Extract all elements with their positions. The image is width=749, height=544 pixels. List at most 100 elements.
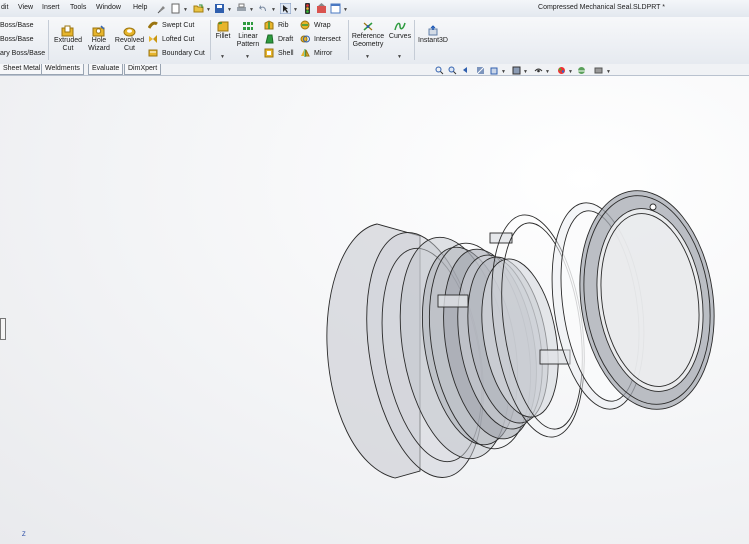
fillet-icon[interactable]: [217, 21, 229, 32]
view-settings-icon[interactable]: [594, 66, 603, 75]
hide-show-icon[interactable]: [534, 66, 543, 75]
options-gear-icon[interactable]: [316, 3, 327, 14]
wrap-label[interactable]: Wrap: [314, 22, 331, 30]
open-folder-icon[interactable]: [193, 3, 204, 14]
command-tabs: Sheet Metal Weldments Evaluate DimXpert: [0, 64, 749, 76]
window-dropdown-icon[interactable]: ▼: [343, 7, 348, 13]
mechanical-seal-model[interactable]: [0, 76, 749, 544]
extruded-cut-label-1[interactable]: Extruded: [52, 37, 84, 45]
curves-label[interactable]: Curves: [388, 33, 412, 41]
panel-collapse-handle[interactable]: [0, 318, 6, 340]
reference-geometry-icon[interactable]: [362, 21, 374, 32]
select-dropdown-icon[interactable]: ▼: [293, 7, 298, 13]
linear-pattern-label-2[interactable]: Pattern: [234, 41, 262, 49]
shell-icon[interactable]: [264, 48, 274, 58]
triad-z-axis-label: Z: [22, 532, 26, 538]
fillet-dropdown-icon[interactable]: ▼: [220, 54, 225, 60]
curves-icon[interactable]: [394, 21, 406, 32]
view-orientation-icon[interactable]: [490, 66, 499, 75]
lofted-cut-label[interactable]: Lofted Cut: [162, 36, 194, 44]
tab-evaluate[interactable]: Evaluate: [88, 64, 124, 75]
rib-label[interactable]: Rib: [278, 22, 289, 30]
boundary-cut-label[interactable]: Boundary Cut: [162, 50, 205, 58]
hole-wizard-icon[interactable]: [92, 25, 105, 37]
menu-view[interactable]: View: [18, 4, 33, 11]
boss-base-label-3[interactable]: ary Boss/Base: [0, 50, 45, 58]
previous-view-icon[interactable]: [462, 66, 471, 75]
undo-dropdown-icon[interactable]: ▼: [271, 7, 276, 13]
menu-edit[interactable]: dit: [1, 4, 8, 11]
swept-cut-icon[interactable]: [148, 20, 158, 30]
ribbon-separator: [48, 20, 49, 60]
new-dropdown-icon[interactable]: ▼: [183, 7, 188, 13]
select-cursor-icon[interactable]: [280, 3, 291, 14]
revolved-cut-icon[interactable]: [123, 25, 136, 37]
mirror-icon[interactable]: [300, 48, 310, 58]
fillet-label[interactable]: Fillet: [213, 33, 233, 41]
extruded-cut-icon[interactable]: [61, 25, 74, 37]
view-orientation-dropdown-icon[interactable]: ▼: [501, 69, 506, 75]
draft-icon[interactable]: [264, 34, 274, 44]
revolved-cut-label-1[interactable]: Revolved: [113, 37, 146, 45]
reference-geometry-dropdown-icon[interactable]: ▼: [365, 54, 370, 60]
graphics-area[interactable]: [0, 76, 749, 544]
tab-sheet-metal[interactable]: Sheet Metal: [0, 64, 45, 75]
ribbon-separator: [348, 20, 349, 60]
display-style-dropdown-icon[interactable]: ▼: [523, 69, 528, 75]
mirror-label[interactable]: Mirror: [314, 50, 332, 58]
new-document-icon[interactable]: [170, 3, 181, 14]
ribbon-separator: [210, 20, 211, 60]
draft-label[interactable]: Draft: [278, 36, 293, 44]
wrap-icon[interactable]: [300, 20, 310, 30]
zoom-area-icon[interactable]: [448, 66, 457, 75]
zoom-to-fit-icon[interactable]: [435, 66, 444, 75]
print-icon[interactable]: [236, 3, 247, 14]
lofted-cut-icon[interactable]: [148, 34, 158, 44]
traffic-light-icon[interactable]: [302, 3, 313, 14]
swept-cut-label[interactable]: Swept Cut: [162, 22, 194, 30]
intersect-icon[interactable]: [300, 34, 310, 44]
extruded-cut-label-2[interactable]: Cut: [52, 45, 84, 53]
undo-icon[interactable]: [258, 3, 269, 14]
tab-weldments[interactable]: Weldments: [41, 64, 84, 75]
menu-tools[interactable]: Tools: [70, 4, 86, 11]
save-icon[interactable]: [214, 3, 225, 14]
reference-geometry-label-2[interactable]: Geometry: [350, 41, 386, 49]
rib-icon[interactable]: [264, 20, 274, 30]
command-manager: Boss/Base Boss/Base ary Boss/Base Extrud…: [0, 17, 749, 65]
linear-pattern-label-1[interactable]: Linear: [234, 33, 262, 41]
window-icon[interactable]: [330, 3, 341, 14]
menu-bar: dit View Insert Tools Window Help ▼ ▼ ▼ …: [0, 0, 749, 18]
revolved-cut-label-2[interactable]: Cut: [113, 45, 146, 53]
document-title: Compressed Mechanical Seal.SLDPRT *: [538, 4, 665, 11]
hide-show-dropdown-icon[interactable]: ▼: [545, 69, 550, 75]
appearance-icon[interactable]: [557, 66, 566, 75]
open-dropdown-icon[interactable]: ▼: [206, 7, 211, 13]
display-style-icon[interactable]: [512, 66, 521, 75]
boundary-cut-icon[interactable]: [148, 48, 158, 58]
view-settings-dropdown-icon[interactable]: ▼: [606, 69, 611, 75]
instant3d-icon[interactable]: [427, 25, 439, 36]
save-dropdown-icon[interactable]: ▼: [227, 7, 232, 13]
appearance-dropdown-icon[interactable]: ▼: [568, 69, 573, 75]
print-dropdown-icon[interactable]: ▼: [249, 7, 254, 13]
boss-base-label[interactable]: Boss/Base: [0, 22, 33, 30]
menu-insert[interactable]: Insert: [42, 4, 60, 11]
tab-dimxpert[interactable]: DimXpert: [124, 64, 162, 75]
linear-pattern-icon[interactable]: [242, 21, 254, 32]
intersect-label[interactable]: Intersect: [314, 36, 341, 44]
scene-icon[interactable]: [577, 66, 586, 75]
instant3d-label[interactable]: Instant3D: [416, 37, 450, 45]
curves-dropdown-icon[interactable]: ▼: [397, 54, 402, 60]
linear-pattern-dropdown-icon[interactable]: ▼: [245, 54, 250, 60]
ribbon-separator: [414, 20, 415, 60]
menu-help[interactable]: Help: [133, 4, 147, 11]
section-view-icon[interactable]: [476, 66, 485, 75]
menu-window[interactable]: Window: [96, 4, 121, 11]
shell-label[interactable]: Shell: [278, 50, 294, 58]
hole-wizard-label-2[interactable]: Wizard: [86, 45, 112, 53]
hole-wizard-label-1[interactable]: Hole: [86, 37, 112, 45]
reference-geometry-label-1[interactable]: Reference: [350, 33, 386, 41]
pin-icon[interactable]: [156, 3, 167, 14]
boss-base-label-2[interactable]: Boss/Base: [0, 36, 33, 44]
